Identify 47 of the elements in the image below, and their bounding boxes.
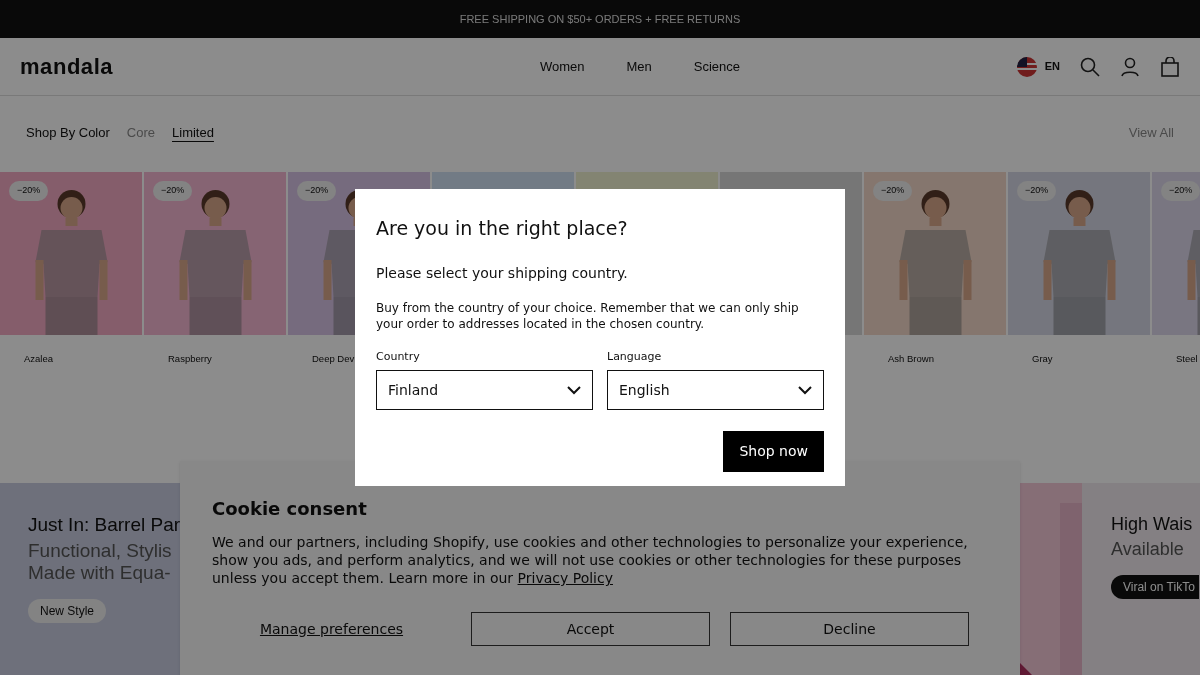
promo-tag[interactable]: New Style [28,598,107,623]
cookie-title: Cookie consent [212,497,368,521]
discount-badge: −20% [1017,181,1057,201]
user-icon[interactable] [1120,56,1140,77]
product-name[interactable]: Raspberry [168,353,212,364]
discount-badge: −20% [153,181,193,201]
product-name[interactable]: Gray [1032,353,1053,364]
promo-subtitle: Functional, Stylis [28,539,172,562]
dialog-title: Are you in the right place? [376,216,629,241]
promo-subtitle: Available [1111,538,1184,560]
bag-icon[interactable] [1160,56,1180,77]
promo-subtitle: Made with Equa- [28,561,171,584]
field-label: Country [376,348,421,365]
nav-link[interactable]: Men [626,56,652,77]
filter-tab[interactable]: Limited [172,123,214,143]
dialog-text: Buy from the country of your choice. Remember that we can only ship your order to addresses located in the chosen country. [376,299,800,332]
discount-badge: −20% [297,181,337,201]
discount-badge: −20% [873,181,913,201]
language-code[interactable]: EN [1044,58,1060,75]
cookie-text: We and our partners, including Shopify, use cookies and other technologies to personalize your experience, show you ads, and perform analytics, and we will not use cookies or other technologies for these purposes unless you accept them. Learn more in our Privacy Policy [212,533,969,587]
product-name[interactable]: Ash Brown [888,353,934,364]
privacy-policy-link[interactable]: Privacy Policy [517,570,613,586]
promo-title: High Wais [1111,513,1193,536]
shop-now-button[interactable]: Shop now [723,431,824,472]
product-name[interactable]: Steel [1176,353,1198,364]
promo-title: Just In: Barrel Par [28,513,181,537]
nav-link[interactable]: Women [539,56,585,77]
discount-badge: −20% [9,181,49,201]
chevron-down-icon [567,385,581,395]
search-icon[interactable] [1080,56,1100,77]
dialog-subtitle: Please select your shipping country. [376,263,629,283]
discount-badge: −20% [1161,181,1200,201]
chevron-down-icon [798,385,812,395]
select-field[interactable]: Finland [376,370,593,410]
manage-preferences-link[interactable]: Manage preferences [212,612,451,646]
product-name[interactable]: Deep Dev [312,353,355,364]
logo[interactable]: mandala [20,50,320,83]
promo-tag[interactable]: Viral on TikTo [1111,575,1199,599]
nav-link[interactable]: Science [693,56,741,77]
filter-tab[interactable]: Shop By Color [26,123,110,143]
flag-icon[interactable] [1016,56,1037,77]
product-name[interactable]: Azalea [24,353,54,364]
field-label: Language [607,348,663,365]
announcement-text: FREE SHIPPING ON $50+ ORDERS + FREE RETURNS [459,11,741,27]
select-field[interactable]: English [607,370,824,410]
consent-button[interactable]: Decline [730,612,969,646]
consent-button[interactable]: Accept [471,612,710,646]
